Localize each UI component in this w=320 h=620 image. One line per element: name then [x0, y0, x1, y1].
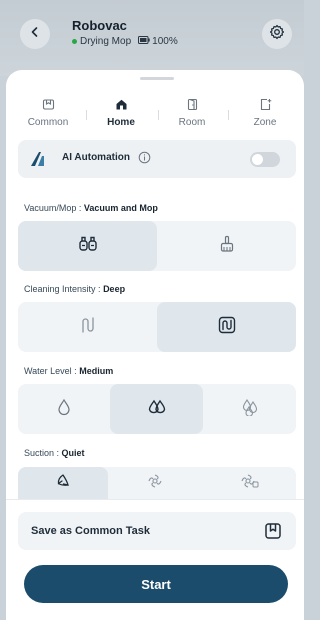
suction-quiet-option[interactable] — [18, 467, 108, 499]
suction-turbo-option[interactable] — [204, 467, 296, 499]
deep-path-icon — [218, 316, 236, 339]
ai-logo-icon — [30, 150, 48, 173]
water-low-icon — [57, 398, 71, 421]
tab-divider — [158, 110, 159, 120]
save-common-task-label: Save as Common Task — [31, 525, 151, 537]
save-common-task-button[interactable]: Save as Common Task — [18, 512, 296, 550]
tab-divider — [228, 110, 229, 120]
water-level-selector — [18, 384, 296, 434]
suction-selector — [18, 467, 296, 499]
zone-add-icon — [259, 98, 272, 114]
suction-quiet-icon — [55, 473, 71, 494]
ai-automation-label: AI Automation — [62, 152, 130, 163]
tab-zone-label: Zone — [253, 117, 277, 128]
toggle-knob — [252, 154, 263, 165]
water-medium-option[interactable] — [110, 384, 203, 434]
water-high-option[interactable] — [203, 384, 296, 434]
ai-automation-toggle[interactable] — [250, 152, 280, 167]
battery-text: 100% — [152, 36, 178, 47]
water-high-icon — [241, 398, 259, 421]
tab-zone[interactable]: Zone — [235, 98, 295, 138]
suction-standard-icon — [147, 473, 163, 494]
room-door-icon — [186, 98, 199, 114]
vacuum-mop-value: Vacuum and Mop — [83, 203, 158, 213]
battery-icon — [138, 36, 150, 47]
tab-room[interactable]: Room — [162, 98, 222, 138]
tab-home-label: Home — [107, 117, 135, 128]
cleaning-intensity-selector — [18, 302, 296, 352]
standard-path-icon — [80, 316, 96, 339]
suction-value: Quiet — [61, 448, 85, 458]
tab-room-label: Room — [178, 117, 206, 128]
mop-only-icon — [219, 235, 235, 258]
common-icon — [42, 98, 55, 114]
water-level-value: Medium — [79, 366, 114, 376]
gear-icon — [269, 24, 285, 45]
water-level-label: Water Level : — [24, 366, 77, 376]
back-button[interactable] — [20, 19, 50, 49]
control-sheet: Common Home Room Zone AI Automation Vacu… — [6, 70, 304, 620]
status-text: Drying Mop — [80, 36, 132, 47]
cleaning-intensity-value: Deep — [103, 284, 126, 294]
vacuum-and-mop-icon — [78, 235, 98, 258]
cleaning-intensity-label: Cleaning Intensity : — [24, 284, 101, 294]
water-medium-icon — [148, 398, 166, 421]
vacuum-mop-heading: Vacuum/Mop : Vacuum and Mop — [24, 203, 158, 213]
standard-intensity-option[interactable] — [18, 302, 157, 352]
start-button[interactable]: Start — [24, 565, 288, 603]
suction-label: Suction : — [24, 448, 60, 458]
mode-tabs: Common Home Room Zone — [6, 98, 304, 138]
tab-common[interactable]: Common — [18, 98, 78, 138]
cleaning-intensity-heading: Cleaning Intensity : Deep — [24, 284, 125, 294]
top-bar: Robovac Drying Mop 100% — [0, 0, 304, 76]
tab-home[interactable]: Home — [91, 98, 151, 138]
water-low-option[interactable] — [18, 384, 110, 434]
footer-divider — [6, 499, 304, 500]
water-level-heading: Water Level : Medium — [24, 366, 113, 376]
chevron-left-icon — [29, 25, 41, 43]
tab-divider — [86, 110, 87, 120]
suction-standard-option[interactable] — [110, 467, 200, 499]
home-icon — [115, 98, 128, 114]
mop-only-option[interactable] — [157, 221, 296, 271]
tab-common-label: Common — [27, 117, 69, 128]
deep-intensity-option[interactable] — [157, 302, 296, 352]
device-title: Robovac — [72, 18, 127, 33]
sheet-drag-handle[interactable] — [140, 77, 174, 80]
suction-turbo-icon — [241, 473, 259, 494]
vacuum-and-mop-option[interactable] — [18, 221, 157, 271]
ai-automation-row: AI Automation — [18, 140, 296, 178]
settings-button[interactable] — [262, 19, 292, 49]
suction-heading: Suction : Quiet — [24, 448, 85, 458]
bookmark-save-icon — [264, 522, 282, 545]
info-icon[interactable] — [138, 151, 151, 169]
vacuum-mop-selector — [18, 221, 296, 271]
vacuum-mop-label: Vacuum/Mop : — [24, 203, 82, 213]
status-dot-icon — [72, 39, 77, 44]
device-status: Drying Mop 100% — [72, 36, 178, 47]
